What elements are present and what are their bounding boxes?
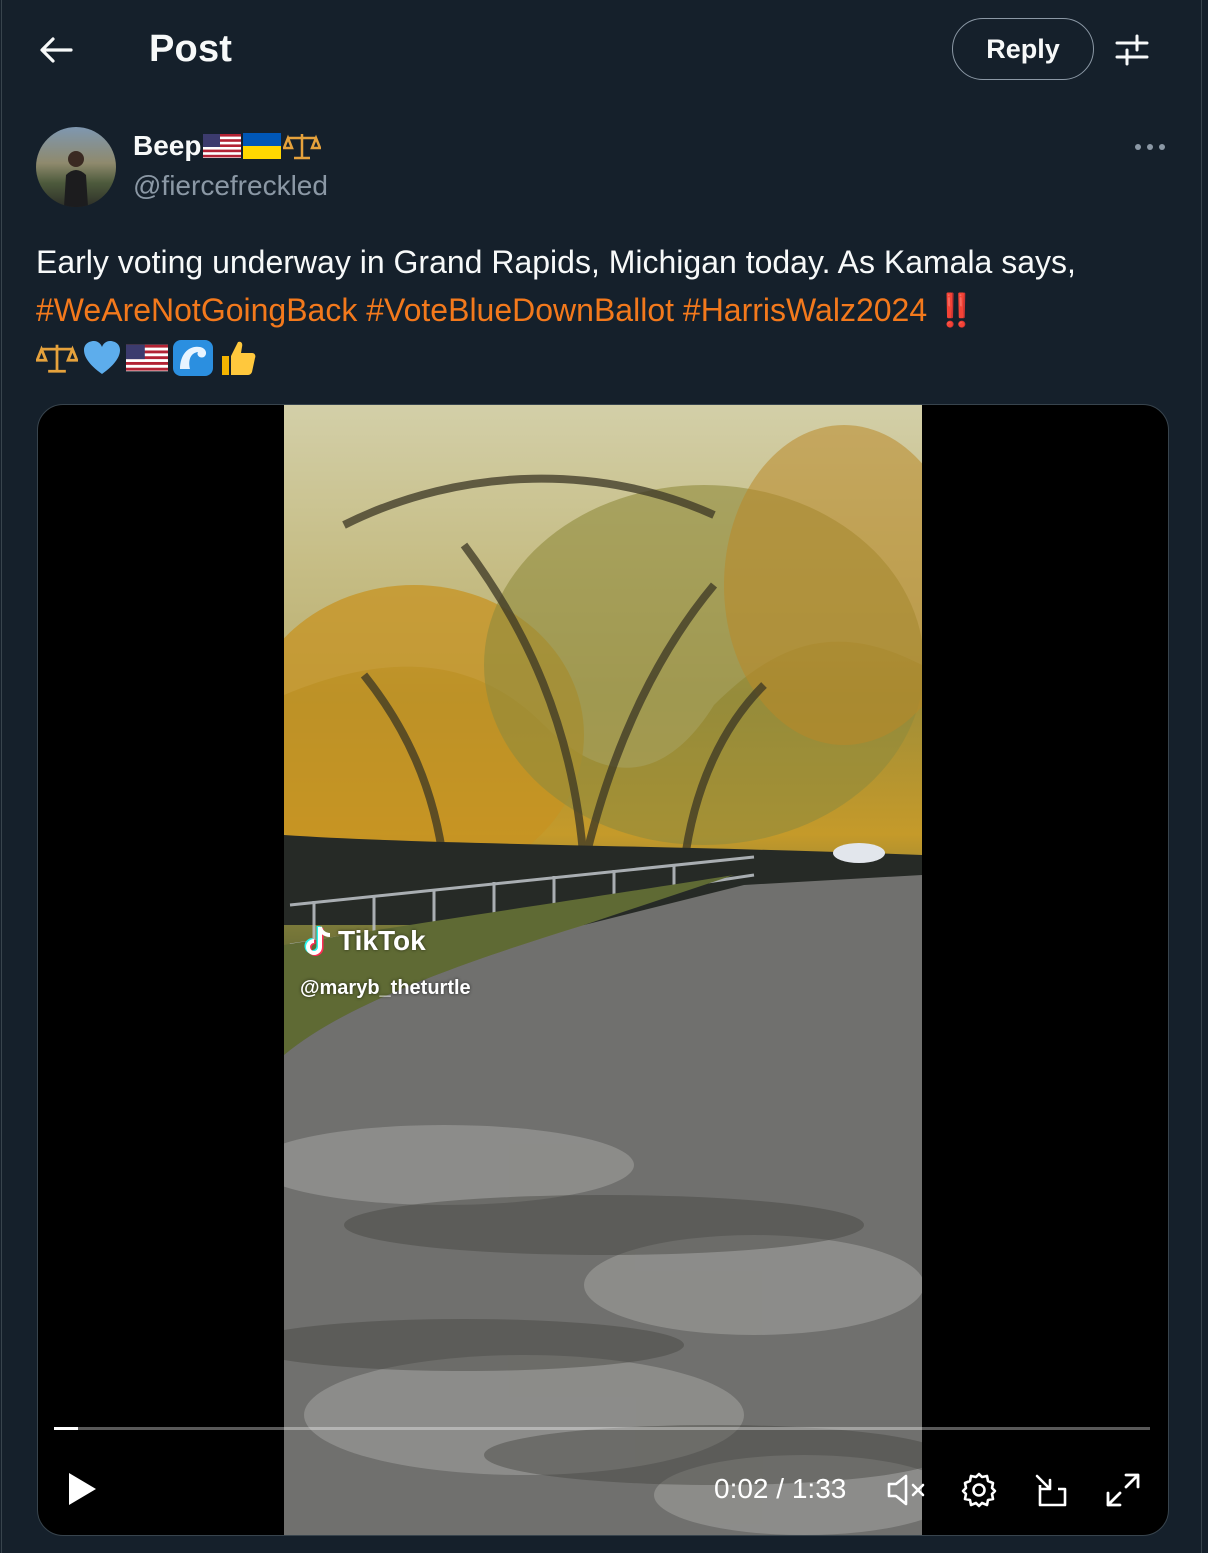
thumbs-up-icon bbox=[222, 341, 256, 375]
fullscreen-button[interactable] bbox=[1100, 1467, 1146, 1513]
play-icon bbox=[69, 1473, 96, 1505]
back-button[interactable] bbox=[30, 28, 82, 72]
current-time: 0:02 bbox=[714, 1473, 769, 1504]
post-header: Post Reply bbox=[0, 0, 1200, 100]
expand-icon bbox=[1106, 1473, 1140, 1507]
tiktok-handle: @maryb_theturtle bbox=[300, 977, 471, 999]
us-flag-icon bbox=[203, 134, 242, 158]
double-exclamation: ‼️ bbox=[936, 292, 976, 328]
hashtag-link[interactable]: #VoteBlueDownBallot bbox=[366, 292, 674, 328]
right-border bbox=[1201, 0, 1202, 1553]
author-display-name: Beep bbox=[133, 130, 202, 161]
progress-bar[interactable] bbox=[54, 1427, 1150, 1430]
tiktok-icon bbox=[304, 926, 331, 956]
blue-heart-icon bbox=[84, 341, 120, 374]
settings-button[interactable] bbox=[956, 1467, 1002, 1513]
reply-button[interactable]: Reply bbox=[952, 18, 1094, 80]
mute-button[interactable] bbox=[884, 1467, 930, 1513]
hashtag-link[interactable]: #HarrisWalz2024 bbox=[683, 292, 927, 328]
video-scene bbox=[284, 405, 922, 1535]
play-button[interactable] bbox=[58, 1465, 106, 1513]
total-time: 1:33 bbox=[791, 1473, 847, 1504]
tiktok-watermark: TikTok bbox=[304, 925, 426, 957]
tweet-text-line: Early voting underway in Grand Rapids, M… bbox=[36, 244, 1076, 280]
scales-icon bbox=[36, 344, 78, 373]
gear-icon bbox=[961, 1472, 997, 1508]
more-horizontal-icon bbox=[1135, 144, 1165, 150]
time-display: 0:02 / 1:33 bbox=[714, 1473, 846, 1505]
page-title: Post bbox=[149, 28, 233, 70]
progress-fill bbox=[54, 1427, 79, 1430]
filter-button[interactable] bbox=[1108, 28, 1156, 72]
more-options-button[interactable] bbox=[1128, 130, 1172, 164]
video-frame: TikTok @maryb_theturtle bbox=[284, 405, 922, 1535]
picture-in-picture-icon bbox=[1035, 1474, 1067, 1507]
scales-icon bbox=[283, 134, 322, 160]
sliders-icon bbox=[1115, 34, 1149, 66]
wave-icon bbox=[173, 340, 213, 376]
arrow-left-icon bbox=[40, 37, 73, 63]
ukraine-flag-icon bbox=[243, 133, 282, 159]
hashtag-line: #WeAreNotGoingBack #VoteBlueDownBallot #… bbox=[36, 286, 1176, 334]
video-player[interactable]: TikTok @maryb_theturtle 0:02 / 1:33 bbox=[37, 404, 1169, 1536]
author-handle[interactable]: @fiercefreckled bbox=[133, 170, 328, 202]
hashtag-link[interactable]: #WeAreNotGoingBack bbox=[36, 292, 357, 328]
person-silhouette bbox=[64, 151, 88, 207]
us-flag-icon bbox=[126, 344, 168, 372]
author-name[interactable]: Beep bbox=[133, 130, 322, 162]
volume-muted-icon bbox=[887, 1474, 925, 1506]
emoji-row bbox=[36, 334, 1176, 382]
avatar[interactable] bbox=[36, 127, 116, 207]
time-separator: / bbox=[776, 1473, 785, 1504]
tiktok-brand: TikTok bbox=[338, 925, 426, 956]
left-border bbox=[1, 0, 2, 1553]
tweet-text: Early voting underway in Grand Rapids, M… bbox=[36, 238, 1176, 382]
pip-button[interactable] bbox=[1028, 1467, 1074, 1513]
